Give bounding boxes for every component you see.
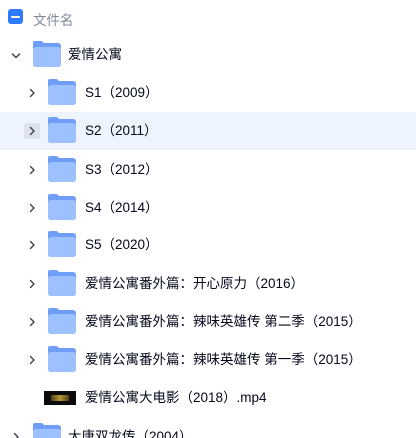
video-thumbnail-icon	[44, 391, 76, 405]
file-name[interactable]: 爱情公寓大电影（2018）.mp4	[85, 390, 267, 406]
tree-row-spinoff-kaixin[interactable]: 爱情公寓番外篇：开心原力（2016）	[0, 265, 416, 303]
tree-row-spinoff-lawei-s1[interactable]: 爱情公寓番外篇：辣味英雄传 第一季（2015）	[0, 341, 416, 379]
file-tree: 文件名 爱情公寓 S1（2009） S2（2011） S3（2012） S4（2…	[0, 0, 416, 438]
chevron-right-icon[interactable]	[24, 123, 40, 139]
tree-row-s3[interactable]: S3（2012）	[0, 151, 416, 189]
folder-icon	[48, 79, 76, 105]
folder-name[interactable]: 爱情公寓番外篇：辣味英雄传 第一季（2015）	[85, 352, 362, 368]
folder-name[interactable]: S5（2020）	[85, 237, 159, 253]
folder-icon	[48, 308, 76, 334]
folder-icon	[48, 231, 76, 257]
chevron-right-icon[interactable]	[24, 352, 40, 368]
tree-row-s5[interactable]: S5（2020）	[0, 226, 416, 264]
tree-row-s1[interactable]: S1（2009）	[0, 74, 416, 112]
chevron-right-icon[interactable]	[24, 162, 40, 178]
tree-row-movie-file[interactable]: 爱情公寓大电影（2018）.mp4	[0, 379, 416, 417]
folder-name[interactable]: S2（2011）	[85, 123, 158, 139]
chevron-right-icon[interactable]	[8, 429, 24, 438]
folder-name[interactable]: S4（2014）	[85, 200, 159, 216]
folder-name[interactable]: S3（2012）	[85, 162, 159, 178]
folder-name[interactable]: 爱情公寓	[68, 47, 122, 63]
chevron-right-icon[interactable]	[24, 314, 40, 330]
chevron-right-icon[interactable]	[24, 237, 40, 253]
folder-name[interactable]: S1（2009）	[85, 85, 159, 101]
folder-name[interactable]: 爱情公寓番外篇：开心原力（2016）	[85, 276, 304, 292]
chevron-down-icon[interactable]	[8, 48, 24, 64]
folder-icon	[48, 194, 76, 220]
tree-row-s4[interactable]: S4（2014）	[0, 189, 416, 227]
filename-column-header[interactable]: 文件名	[33, 9, 74, 29]
folder-icon	[33, 41, 61, 67]
chevron-right-icon[interactable]	[24, 200, 40, 216]
folder-icon	[48, 117, 76, 143]
folder-icon	[48, 346, 76, 372]
folder-icon	[48, 156, 76, 182]
tree-row-spinoff-lawei-s2[interactable]: 爱情公寓番外篇：辣味英雄传 第二季（2015）	[0, 303, 416, 341]
tree-row-next-root[interactable]: 大唐双龙传（2004）	[0, 418, 416, 438]
folder-name[interactable]: 爱情公寓番外篇：辣味英雄传 第二季（2015）	[85, 314, 362, 330]
chevron-right-icon[interactable]	[24, 276, 40, 292]
tree-row-root[interactable]: 爱情公寓	[0, 36, 416, 74]
select-all-checkbox[interactable]	[8, 9, 23, 24]
tree-row-s2[interactable]: S2（2011）	[0, 112, 416, 150]
folder-icon	[33, 423, 61, 438]
folder-name[interactable]: 大唐双龙传（2004）	[68, 429, 193, 438]
folder-icon	[48, 270, 76, 296]
chevron-right-icon[interactable]	[24, 85, 40, 101]
file-list-header: 文件名	[0, 0, 416, 34]
